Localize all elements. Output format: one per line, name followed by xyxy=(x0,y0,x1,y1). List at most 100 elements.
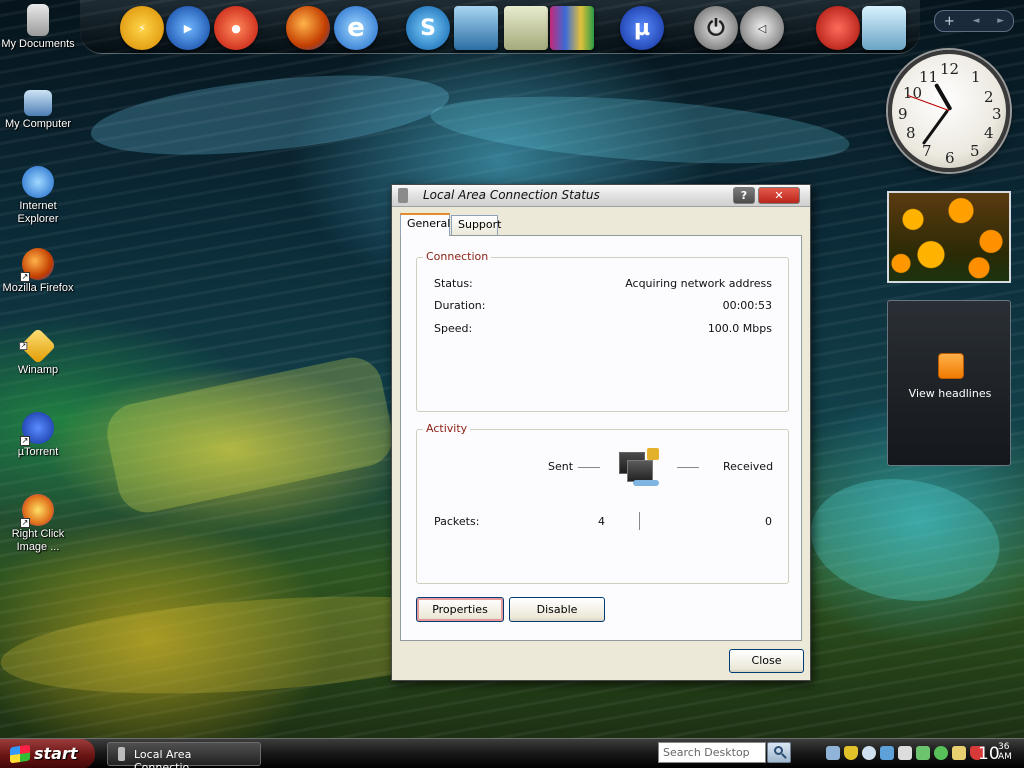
packets-label: Packets: xyxy=(434,515,480,528)
gadget-prev-button[interactable]: ◄ xyxy=(973,16,980,26)
clock-numeral: 12 xyxy=(940,60,960,78)
firefox-icon: ↗ xyxy=(20,248,54,282)
lightning-icon[interactable]: ⚡ xyxy=(120,6,164,50)
start-button[interactable]: start xyxy=(0,739,95,768)
shield-icon[interactable] xyxy=(844,746,858,760)
help-button[interactable]: ? xyxy=(733,187,755,204)
dialog-titlebar[interactable]: Local Area Connection Status ? ✕ xyxy=(392,185,810,207)
speed-value: 100.0 Mbps xyxy=(707,322,772,335)
clock-numeral: 2 xyxy=(984,88,994,106)
skype-icon[interactable]: S xyxy=(406,6,450,50)
desktop-icon-my-computer[interactable]: My Computer xyxy=(0,90,78,131)
desktop-icon-label: Right Click Image ... xyxy=(11,528,65,553)
desktop-icon-label: Winamp xyxy=(17,364,59,376)
packets-divider xyxy=(639,512,640,530)
gadget-next-button[interactable]: ► xyxy=(997,16,1004,26)
activity-group: Activity Sent Received Packets: 4 0 xyxy=(416,422,789,584)
recycle-bin-icon[interactable] xyxy=(862,6,906,50)
internet-explorer-icon[interactable]: e xyxy=(334,6,378,50)
quick-launch-dock: ⚡ ▶ ● e S µ ⏻ ◁ xyxy=(80,0,920,54)
connection-status-dialog: Local Area Connection Status ? ✕ General… xyxy=(391,184,811,681)
power-icon[interactable]: ⏻ xyxy=(694,6,738,50)
desktop-icon-firefox[interactable]: ↗ Mozilla Firefox xyxy=(0,248,78,295)
packets-received-value: 0 xyxy=(765,515,772,528)
network-activity-icon xyxy=(615,446,661,490)
desktop-icon-label: Mozilla Firefox xyxy=(2,282,74,294)
folder-icon xyxy=(27,4,49,36)
connection-tray-icon[interactable] xyxy=(916,746,930,760)
received-line xyxy=(677,467,699,468)
dock-controls: + ◄ ► xyxy=(934,10,1014,32)
packets-sent-value: 4 xyxy=(598,515,605,528)
media-player-icon[interactable]: ▶ xyxy=(166,6,210,50)
clock-numeral: 6 xyxy=(945,149,955,167)
sync-tray-icon[interactable] xyxy=(934,746,948,760)
wallpaper-highlight xyxy=(87,61,453,169)
winamp-icon: ↗ xyxy=(19,327,57,365)
clock-numeral: 9 xyxy=(898,105,908,123)
wallpaper-highlight xyxy=(101,352,399,518)
clock-numeral: 5 xyxy=(970,142,980,160)
windows-flag-icon xyxy=(10,744,30,764)
received-label: Received xyxy=(723,460,774,473)
activity-group-title: Activity xyxy=(423,422,471,435)
clock-numeral: 8 xyxy=(906,124,916,142)
rss-icon xyxy=(938,353,964,379)
sent-label: Sent xyxy=(548,460,574,473)
speed-label: Speed: xyxy=(434,322,473,335)
clock-gadget[interactable]: 12 1 2 3 4 5 6 7 8 9 10 11 xyxy=(888,50,1010,172)
title-close-button[interactable]: ✕ xyxy=(758,187,800,204)
view-headlines-link[interactable]: View headlines xyxy=(888,387,1012,400)
clock-hour: 10 xyxy=(978,744,1000,764)
taskbar-item-label: Local Area Connectio... xyxy=(134,748,200,768)
cleaner-icon[interactable] xyxy=(816,6,860,50)
connection-group-title: Connection xyxy=(423,250,492,263)
feed-headlines-gadget[interactable]: View headlines xyxy=(887,300,1011,466)
wallpaper-highlight xyxy=(802,467,1008,613)
properties-button[interactable]: Properties xyxy=(416,597,504,622)
duration-value: 00:00:53 xyxy=(722,299,772,312)
back-arrow-icon[interactable]: ◁ xyxy=(740,6,784,50)
desktop-icon-winamp[interactable]: ↗ Winamp xyxy=(0,327,78,377)
utorrent-icon[interactable]: µ xyxy=(620,6,664,50)
general-tab-panel: Connection Status: Acquiring network add… xyxy=(400,235,802,641)
desktop-icon-utorrent[interactable]: ↗ µTorrent xyxy=(0,412,78,459)
close-button[interactable]: Close xyxy=(729,649,804,673)
monitor-icon[interactable] xyxy=(454,6,498,50)
tab-general[interactable]: General xyxy=(400,213,450,236)
clock-minute-hand xyxy=(921,109,949,145)
sent-line xyxy=(578,467,600,468)
clock-ampm: AM xyxy=(998,752,1012,762)
slideshow-gadget[interactable] xyxy=(887,191,1011,283)
clock-numeral: 4 xyxy=(984,124,994,142)
magnifier-tray-icon[interactable] xyxy=(862,746,876,760)
tab-support[interactable]: Support xyxy=(451,215,501,235)
gear-icon: ↗ xyxy=(20,494,54,528)
clock-numeral: 1 xyxy=(971,68,981,86)
taskbar-item-connection-status[interactable]: Local Area Connectio... xyxy=(107,742,261,768)
winrar-icon[interactable] xyxy=(550,6,594,50)
firefox-icon[interactable] xyxy=(286,6,330,50)
network-tray-icon[interactable] xyxy=(826,746,840,760)
volume-icon[interactable] xyxy=(898,746,912,760)
connection-group: Connection Status: Acquiring network add… xyxy=(416,250,789,412)
notepad-icon[interactable] xyxy=(504,6,548,50)
disable-button[interactable]: Disable xyxy=(509,597,605,622)
system-tray xyxy=(816,739,984,768)
clock-numeral: 3 xyxy=(992,105,1002,123)
status-label: Status: xyxy=(434,277,473,290)
desktop-icon-label: Internet Explorer xyxy=(17,200,59,225)
clock-minute-ampm: 36 AM xyxy=(998,742,1012,762)
desktop-icon-internet-explorer[interactable]: Internet Explorer xyxy=(0,166,78,226)
burn-disc-icon[interactable]: ● xyxy=(214,6,258,50)
taskbar-clock[interactable]: 10 36 AM xyxy=(974,739,1024,768)
status-value: Acquiring network address xyxy=(625,277,772,290)
search-desktop-input[interactable]: Search Desktop xyxy=(658,742,766,763)
search-button[interactable] xyxy=(767,742,791,763)
add-gadget-button[interactable]: + xyxy=(944,14,955,29)
desktop-icon-my-documents[interactable]: My Documents xyxy=(0,4,78,51)
desktop-icon-right-click-image[interactable]: ↗ Right Click Image ... xyxy=(0,494,78,554)
desktop-icon-label: My Documents xyxy=(1,38,75,50)
s-tray-icon[interactable] xyxy=(952,746,966,760)
display-tray-icon[interactable] xyxy=(880,746,894,760)
